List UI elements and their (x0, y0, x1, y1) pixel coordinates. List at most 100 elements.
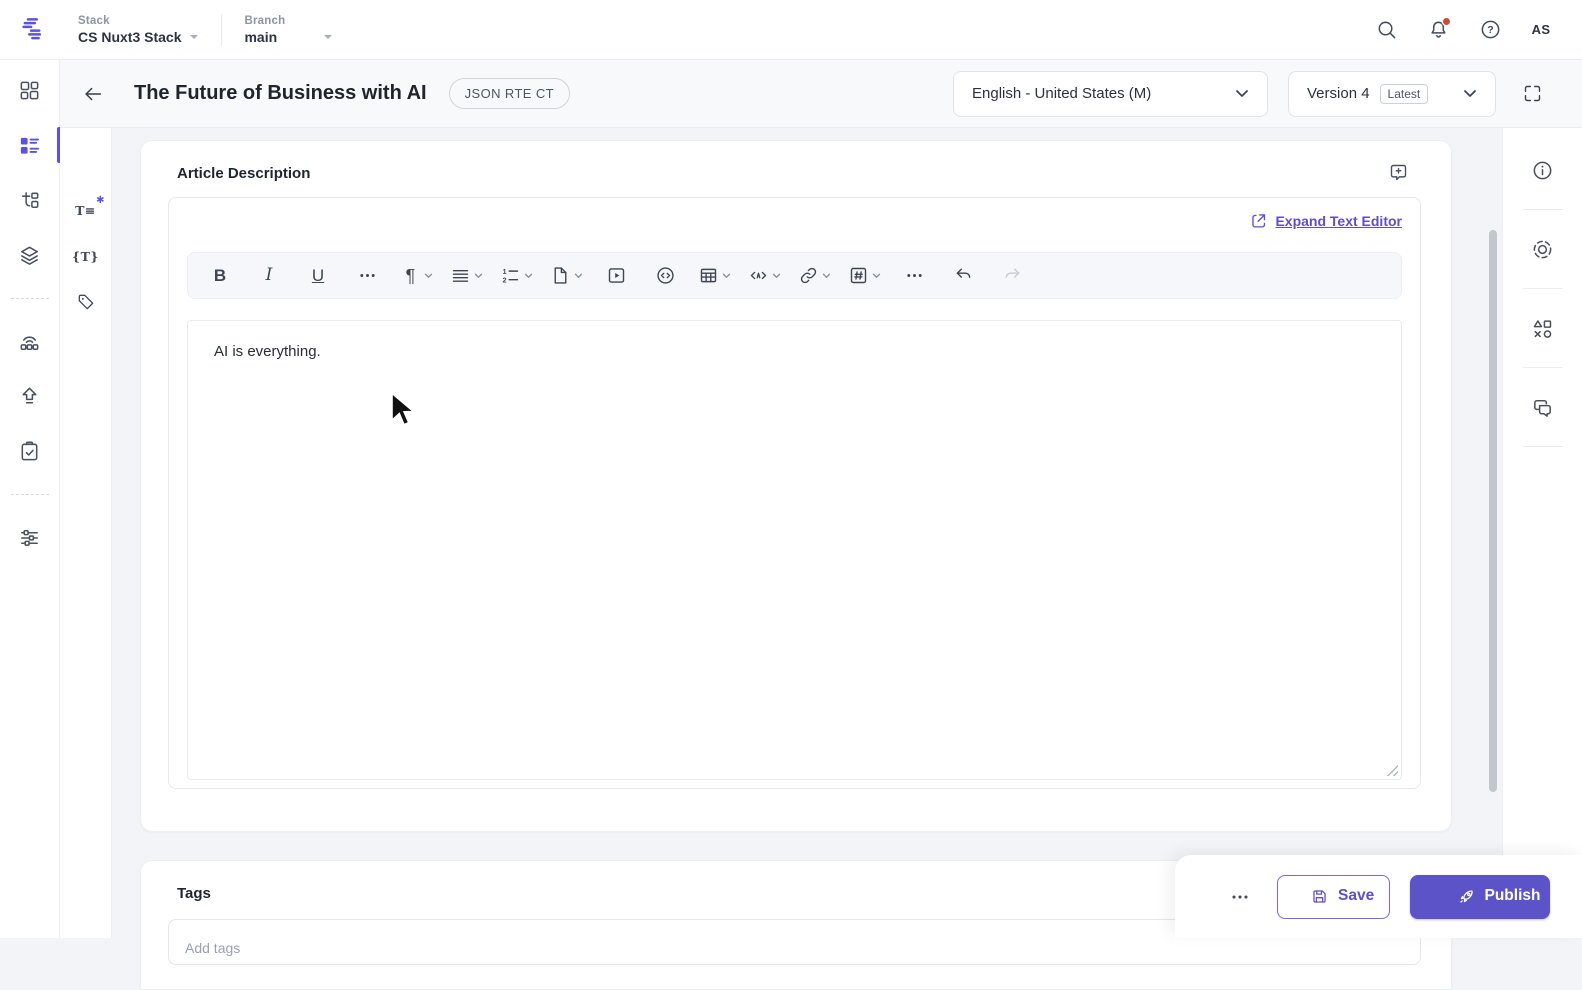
field-nav-tag-field[interactable] (66, 284, 106, 320)
rte-align-button[interactable] (448, 258, 485, 294)
sidebar-item-entries[interactable] (0, 125, 60, 165)
svg-text:1: 1 (503, 269, 507, 276)
expand-text-editor-link[interactable]: Expand Text Editor (1275, 213, 1402, 229)
undo-icon (953, 265, 974, 286)
article-description-panel: Article Description Expand Text Editor B… (140, 140, 1452, 832)
comments-icon (1531, 396, 1554, 419)
bold-icon: B (213, 266, 227, 285)
back-button[interactable] (76, 77, 110, 111)
information-icon (1531, 159, 1554, 182)
rte-undo-button[interactable] (945, 258, 981, 294)
more-options-icon (904, 265, 925, 286)
page-title: The Future of Business with AI (134, 82, 427, 104)
widget-widgets-button[interactable] (1523, 308, 1563, 348)
sidebar-item-publish-queue[interactable] (0, 376, 60, 416)
rte-editable-area[interactable]: AI is everything. (187, 320, 1402, 780)
search-button[interactable] (1368, 12, 1404, 48)
rte-toolbar: B I U ¶ 1 2 (187, 252, 1402, 299)
rte-code-tag-button[interactable] (746, 258, 783, 294)
rte-video-button[interactable] (598, 258, 634, 294)
rte-hashtag-button[interactable] (846, 258, 883, 294)
version-selector[interactable]: Version 4 Latest (1288, 70, 1496, 117)
rte-table-button[interactable] (696, 258, 733, 294)
underline-icon: U (311, 266, 325, 285)
rte-more-options-button[interactable] (896, 258, 932, 294)
rte-document-button[interactable] (548, 258, 585, 294)
save-icon (1310, 887, 1329, 906)
field-nav-json-rte-field[interactable]: {T} (66, 238, 106, 274)
save-button[interactable]: Save (1277, 874, 1390, 919)
fullscreen-button[interactable] (1516, 78, 1548, 110)
svg-text:?: ? (1487, 24, 1493, 36)
chevron-down-icon (822, 273, 831, 279)
divider (1522, 446, 1563, 447)
divider (1522, 288, 1563, 289)
chevron-down-icon (872, 273, 881, 279)
expand-editor-icon (1250, 212, 1267, 229)
embed-icon (655, 265, 676, 286)
divider (1522, 209, 1563, 210)
user-avatar[interactable]: AS (1524, 13, 1558, 47)
rte-italic-button[interactable]: I (251, 258, 287, 294)
add-comment-button[interactable] (1383, 157, 1413, 187)
rte-underline-button[interactable]: U (300, 258, 336, 294)
sidebar-item-assets[interactable] (0, 235, 60, 275)
rte-paragraph-button[interactable]: ¶ (398, 258, 435, 294)
rte-embed-button[interactable] (647, 258, 683, 294)
help-button[interactable]: ? (1472, 12, 1508, 48)
sidebar-item-releases[interactable] (0, 321, 60, 361)
sidebar-item-settings[interactable] (0, 517, 60, 557)
assets-icon (18, 244, 41, 267)
document-icon (550, 265, 571, 286)
tag-field-icon (76, 292, 96, 312)
field-nav-text-field[interactable]: T≡ ✱ (66, 192, 106, 228)
vertical-scrollbar[interactable] (1489, 230, 1497, 792)
tasks-icon (18, 440, 41, 463)
fullscreen-icon (1522, 83, 1543, 104)
sidebar-item-tasks[interactable] (0, 431, 60, 471)
chevron-down-icon (722, 273, 731, 279)
help-icon: ? (1479, 18, 1502, 41)
widget-focus-mode-button[interactable] (1523, 229, 1563, 269)
rte-ordered-list-button[interactable]: 12 (498, 258, 535, 294)
chevron-down-icon (524, 273, 533, 279)
language-selector[interactable]: English - United States (M) (953, 70, 1268, 117)
rte-more-options-button[interactable] (349, 258, 385, 294)
widget-information-button[interactable] (1523, 150, 1563, 190)
code-tag-icon (748, 265, 769, 286)
sidebar-item-content-models[interactable] (0, 180, 60, 220)
widgets-icon (1531, 317, 1554, 340)
widget-comments-button[interactable] (1523, 387, 1563, 427)
divider (10, 298, 49, 299)
resize-handle[interactable] (1385, 763, 1398, 776)
more-options-button[interactable] (1223, 880, 1257, 914)
rte-bold-button[interactable]: B (202, 258, 238, 294)
stack-selector[interactable]: Stack CS Nuxt3 Stack (78, 15, 199, 45)
field-title: Article Description (177, 165, 311, 182)
chevron-down-icon (1235, 89, 1249, 98)
video-icon (606, 265, 627, 286)
notifications-button[interactable] (1420, 12, 1456, 48)
settings-icon (18, 526, 41, 549)
publish-queue-icon (18, 385, 41, 408)
editor-content: AI is everything. (214, 343, 321, 360)
rte-link-button[interactable] (796, 258, 833, 294)
rocket-icon (1457, 887, 1476, 906)
publish-label: Publish (1484, 887, 1541, 904)
branch-selector[interactable]: Branch main (244, 15, 333, 45)
dashboard-icon (18, 79, 41, 102)
main-sidebar (0, 60, 60, 938)
rte-field: Expand Text Editor B I U ¶ 1 2 AI is everythi… (168, 197, 1421, 789)
caret-down-icon (189, 34, 199, 40)
comment-add-icon (1388, 162, 1409, 183)
publish-button[interactable]: Publish (1410, 874, 1550, 919)
back-arrow-icon (82, 83, 104, 105)
required-asterisk: ✱ (96, 195, 105, 206)
version-value: Version 4 (1307, 85, 1370, 102)
more-options-icon (357, 265, 378, 286)
chevron-down-icon (424, 273, 433, 279)
rte-redo-button[interactable] (994, 258, 1030, 294)
text-field-icon: T≡ (75, 202, 96, 218)
sidebar-item-dashboard[interactable] (0, 70, 60, 110)
contentstack-logo-icon[interactable] (18, 15, 48, 45)
